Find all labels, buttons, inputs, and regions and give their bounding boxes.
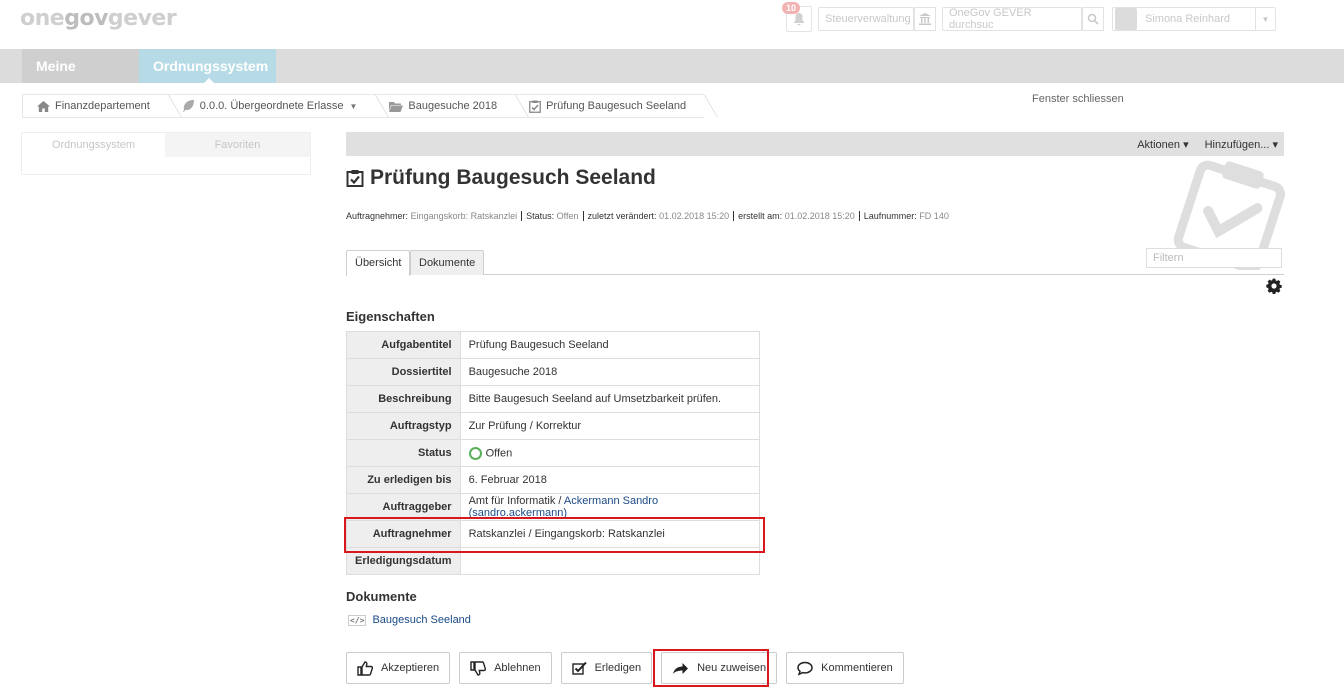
- header-toolbar: 10 Steuerverwaltung OneGov GEVER durchsu…: [782, 2, 1276, 32]
- breadcrumb-label: Finanzdepartement: [55, 100, 150, 112]
- task-icon: [529, 100, 541, 113]
- folder-icon: [389, 101, 404, 112]
- meta-changed: zuletzt verändert: 01.02.2018 15:20: [588, 211, 735, 221]
- status-open-icon: [468, 446, 482, 460]
- close-window-link[interactable]: Fenster schliessen: [1032, 93, 1124, 105]
- content-tabs: Übersicht Dokumente: [346, 250, 1284, 276]
- row-value: Prüfung Baugesuch Seeland: [459, 331, 761, 359]
- action-bar: Aktionen ▾ Hinzufügen... ▾: [346, 132, 1284, 156]
- portlet-tab-ordnungssystem[interactable]: Ordnungssystem: [22, 133, 165, 157]
- row-label: Zu erledigen bis: [346, 466, 461, 494]
- bank-icon[interactable]: [914, 7, 936, 31]
- user-name: Simona Reinhard: [1145, 13, 1230, 25]
- page-title: Prüfung Baugesuch Seeland: [346, 166, 656, 190]
- avatar: [1115, 8, 1137, 30]
- reject-button[interactable]: Ablehnen: [459, 652, 552, 684]
- auftraggeber-org: Amt für Informatik /: [468, 495, 564, 507]
- chevron-down-icon[interactable]: ▼: [1255, 8, 1275, 30]
- thumbs-down-icon: [470, 660, 487, 676]
- actions-menu[interactable]: Aktionen ▾: [1137, 138, 1188, 151]
- row-value: 6. Februar 2018: [459, 466, 761, 494]
- task-meta: Auftragnehmer: Eingangskorb: Ratskanzlei…: [346, 211, 957, 221]
- breadcrumb-label: Prüfung Baugesuch Seeland: [546, 100, 687, 112]
- portlet-tab-favoriten[interactable]: Favoriten: [165, 133, 310, 157]
- accept-label: Akzeptieren: [381, 662, 440, 674]
- search-icon[interactable]: [1082, 7, 1104, 31]
- row-value: Zur Prüfung / Korrektur: [459, 412, 761, 440]
- leaf-icon: [182, 100, 194, 112]
- tab-dokumente[interactable]: Dokumente: [410, 250, 485, 275]
- row-label: Auftragstyp: [346, 412, 461, 440]
- meta-number: Laufnummer: FD 140: [863, 211, 949, 221]
- comment-icon: [797, 661, 813, 676]
- bell-icon: [794, 13, 804, 26]
- row-label: Dossiertitel: [346, 358, 461, 386]
- notification-badge: 10: [782, 2, 801, 14]
- breadcrumb: Finanzdepartement 0.0.0. Übergeordnete E…: [22, 94, 705, 118]
- complete-button[interactable]: Erledigen: [560, 652, 653, 684]
- task-actions: Akzeptieren Ablehnen Erledigen Neu zuwei…: [346, 652, 913, 684]
- org-unit-label: Steuerverwaltung: [825, 13, 911, 25]
- tab-ordnungssystem-label: Ordnungssystem: [153, 58, 269, 74]
- tab-uebersicht[interactable]: Übersicht: [346, 250, 411, 276]
- user-menu[interactable]: Simona Reinhard ▼: [1112, 7, 1276, 31]
- breadcrumb-item-erlasse[interactable]: 0.0.0. Übergeordnete Erlasse ▼: [168, 95, 376, 117]
- row-label: Beschreibung: [346, 385, 461, 413]
- tab-meine-ablage[interactable]: Meine Ablage: [22, 49, 139, 108]
- meta-auftragnehmer: Auftragnehmer: Eingangskorb: Ratskanzlei: [346, 211, 523, 221]
- notifications-button[interactable]: 10: [782, 2, 812, 32]
- highlight-auftragnehmer: [344, 517, 765, 553]
- accept-button[interactable]: Akzeptieren: [346, 652, 451, 684]
- meta-created: erstellt am: 01.02.2018 15:20: [738, 211, 860, 221]
- logo[interactable]: onegovgever: [20, 6, 177, 31]
- active-tab-pointer: [203, 78, 215, 84]
- table-row: Zu erledigen bis 6. Februar 2018: [346, 466, 761, 494]
- row-value: Bitte Baugesuch Seeland auf Umsetzbarkei…: [459, 385, 761, 413]
- navigation-portlet: Ordnungssystem Favoriten: [21, 132, 311, 175]
- breadcrumb-item-baugesuche[interactable]: Baugesuche 2018: [375, 95, 515, 117]
- meta-status: Status: Offen: [526, 211, 584, 221]
- chevron-down-icon[interactable]: ▼: [349, 102, 357, 111]
- highlight-reassign: [653, 649, 769, 687]
- complete-label: Erledigen: [594, 662, 642, 674]
- comment-button[interactable]: Kommentieren: [786, 652, 904, 684]
- page-title-text: Prüfung Baugesuch Seeland: [370, 166, 656, 189]
- checkbox-icon: [571, 661, 587, 675]
- table-row: Aufgabentitel Prüfung Baugesuch Seeland: [346, 331, 761, 359]
- task-icon: [346, 170, 364, 187]
- search-input[interactable]: OneGov GEVER durchsuc: [942, 7, 1082, 31]
- table-row: Status Offen: [346, 439, 761, 467]
- home-icon: [37, 100, 50, 112]
- table-row: Beschreibung Bitte Baugesuch Seeland auf…: [346, 385, 761, 413]
- reject-label: Ablehnen: [494, 662, 541, 674]
- breadcrumb-item-finanzdepartement[interactable]: Finanzdepartement: [23, 95, 168, 117]
- tab-ordnungssystem[interactable]: Ordnungssystem: [139, 49, 276, 84]
- documents-heading: Dokumente: [346, 589, 417, 604]
- table-row: Dossiertitel Baugesuche 2018: [346, 358, 761, 386]
- filter-input[interactable]: Filtern: [1146, 248, 1282, 268]
- comment-label: Kommentieren: [821, 662, 893, 674]
- table-row: Auftragstyp Zur Prüfung / Korrektur: [346, 412, 761, 440]
- breadcrumb-label: Baugesuche 2018: [408, 100, 498, 112]
- gear-icon[interactable]: [1266, 278, 1282, 294]
- thumbs-up-icon: [357, 660, 373, 676]
- code-file-icon: </>: [348, 614, 367, 626]
- row-label: Status: [346, 439, 461, 467]
- main-navigation: Meine Ablage Ordnungssystem: [0, 49, 1344, 108]
- add-menu[interactable]: Hinzufügen... ▾: [1205, 138, 1278, 151]
- breadcrumb-item-task[interactable]: Prüfung Baugesuch Seeland: [515, 95, 704, 117]
- document-link[interactable]: </> Baugesuch Seeland: [348, 614, 471, 626]
- status-text: Offen: [485, 446, 513, 459]
- row-value: Offen: [459, 439, 761, 467]
- row-label: Aufgabentitel: [346, 331, 461, 359]
- org-unit-selector[interactable]: Steuerverwaltung: [818, 7, 914, 31]
- search-placeholder: OneGov GEVER durchsuc: [949, 7, 1032, 31]
- row-value: Baugesuche 2018: [459, 358, 761, 386]
- document-link-label: Baugesuch Seeland: [372, 614, 471, 626]
- breadcrumb-label: 0.0.0. Übergeordnete Erlasse: [199, 100, 344, 112]
- properties-heading: Eigenschaften: [346, 309, 435, 324]
